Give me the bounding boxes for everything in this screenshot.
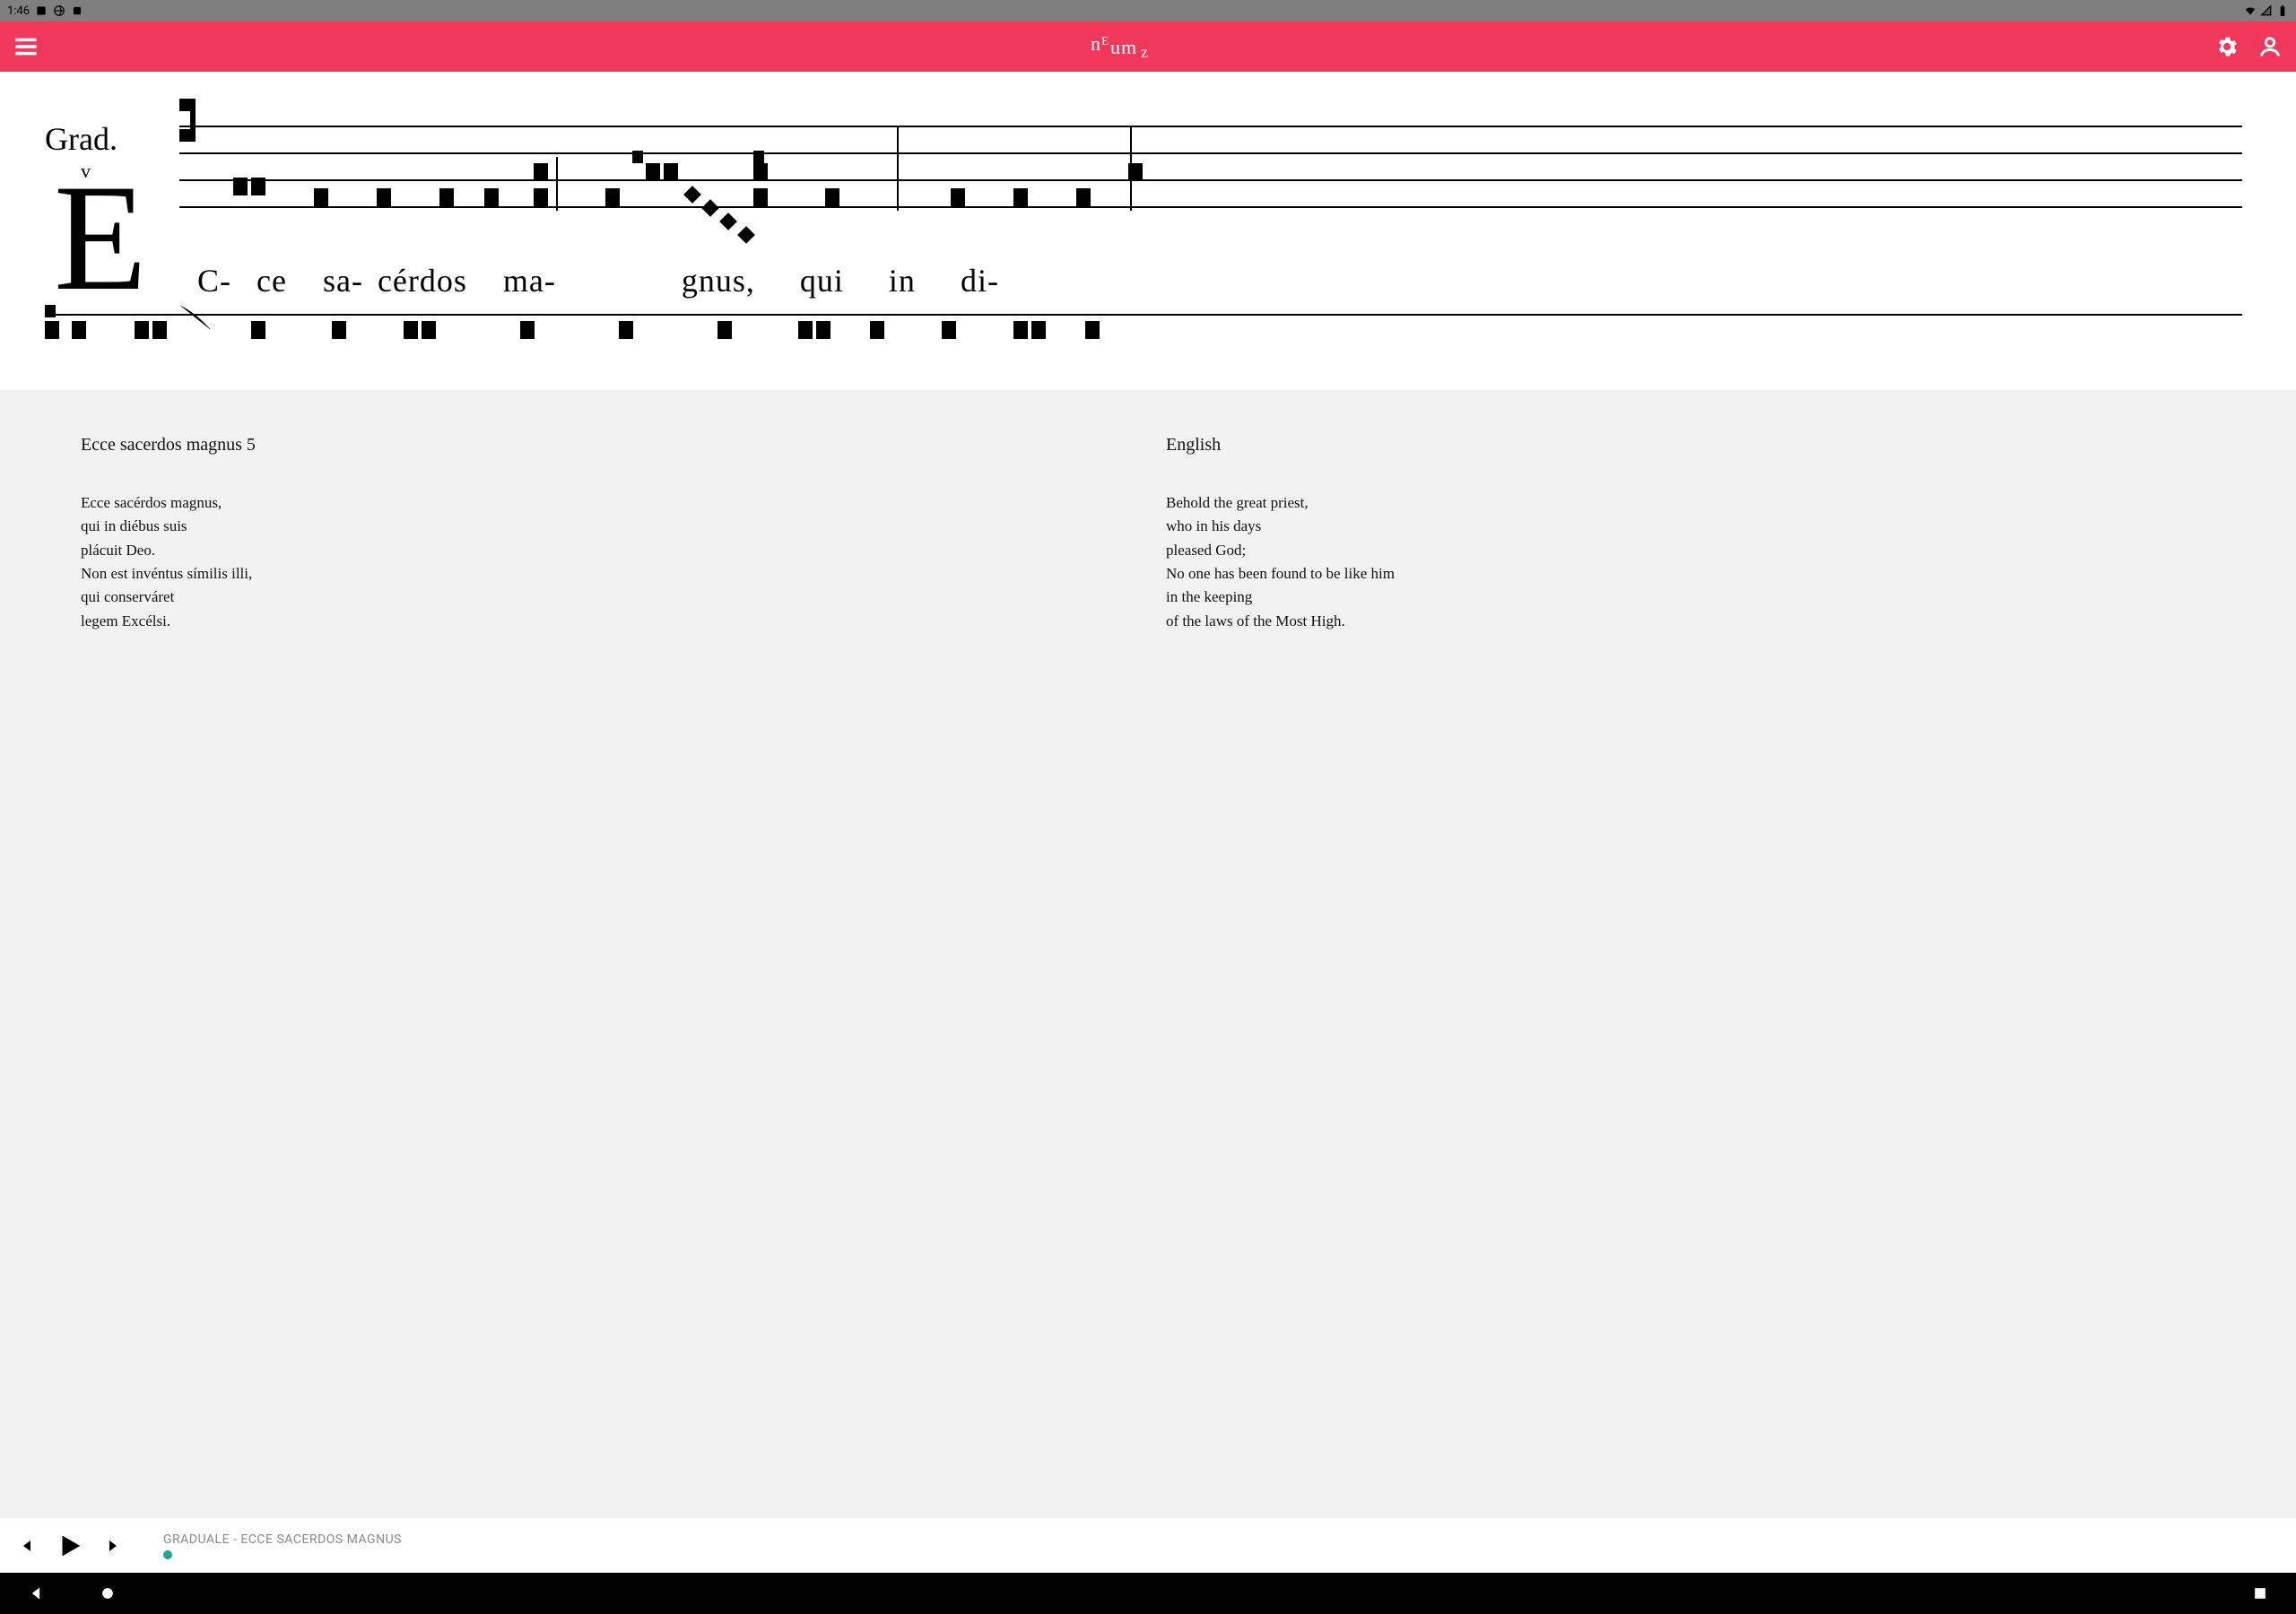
english-verse-line: in the keeping <box>1166 586 2215 609</box>
latin-verse-line: Non est invéntus símilis illi, <box>81 562 1130 586</box>
latin-verse-line: qui in diébus suis <box>81 515 1130 538</box>
staff-lines-2 <box>45 314 2242 337</box>
english-verse-line: of the laws of the Most High. <box>1166 610 2215 633</box>
app-header: n E um z <box>0 22 2296 72</box>
latin-column: Ecce sacerdos magnus 5 Ecce sacérdos mag… <box>81 435 1130 1490</box>
wifi-icon <box>2244 4 2257 17</box>
chant-score[interactable]: Grad. v E <box>0 72 2296 390</box>
score-initial: E <box>54 161 147 314</box>
english-column: English Behold the great priest,who in h… <box>1166 435 2215 1490</box>
svg-text:E: E <box>1101 35 1110 48</box>
signal-icon <box>2260 4 2273 17</box>
latin-verse-line: legem Excélsi. <box>81 610 1130 633</box>
latin-verse-line: plácuit Deo. <box>81 539 1130 562</box>
settings-button[interactable] <box>2213 33 2240 60</box>
android-status-bar: 1:46 <box>0 0 2296 22</box>
svg-text:um: um <box>1110 36 1137 58</box>
card-icon <box>71 4 83 17</box>
profile-button[interactable] <box>2257 33 2283 60</box>
app-logo: n E um z <box>1091 29 1162 65</box>
menu-button[interactable] <box>13 33 39 60</box>
recent-nav-button[interactable] <box>2251 1584 2269 1602</box>
neumes-row-1 <box>179 108 2242 251</box>
svg-text:n: n <box>1091 32 1101 55</box>
english-verse-line: Behold the great priest, <box>1166 491 2215 515</box>
english-verse-line: who in his days <box>1166 515 2215 538</box>
play-button[interactable] <box>52 1528 88 1564</box>
progress-indicator <box>163 1550 172 1559</box>
text-translation-area: Ecce sacerdos magnus 5 Ecce sacérdos mag… <box>0 390 2296 1517</box>
home-nav-button[interactable] <box>99 1584 117 1602</box>
battery-icon <box>2276 4 2289 17</box>
chant-syllables: C- ce sa- cérdos ma- gnus, qui in di- <box>197 262 2242 299</box>
svg-text:z: z <box>1141 43 1149 59</box>
player-bar: GRADUALE - ECCE SACERDOS MAGNUS <box>0 1517 2296 1573</box>
back-nav-button[interactable] <box>27 1584 45 1602</box>
globe-icon <box>53 4 65 17</box>
notification-icon <box>35 4 48 17</box>
english-title: English <box>1166 435 2215 456</box>
next-button[interactable] <box>97 1531 127 1561</box>
score-label: Grad. <box>45 120 117 158</box>
english-verse-line: No one has been found to be like him <box>1166 562 2215 586</box>
latin-title: Ecce sacerdos magnus 5 <box>81 435 1130 456</box>
latin-verse-line: Ecce sacérdos magnus, <box>81 491 1130 515</box>
latin-verse-line: qui conserváret <box>81 586 1130 609</box>
track-title: GRADUALE - ECCE SACERDOS MAGNUS <box>163 1532 402 1547</box>
android-nav-bar <box>0 1573 2296 1614</box>
english-verse-line: pleased God; <box>1166 539 2215 562</box>
status-time: 1:46 <box>7 4 30 18</box>
previous-button[interactable] <box>13 1531 43 1561</box>
